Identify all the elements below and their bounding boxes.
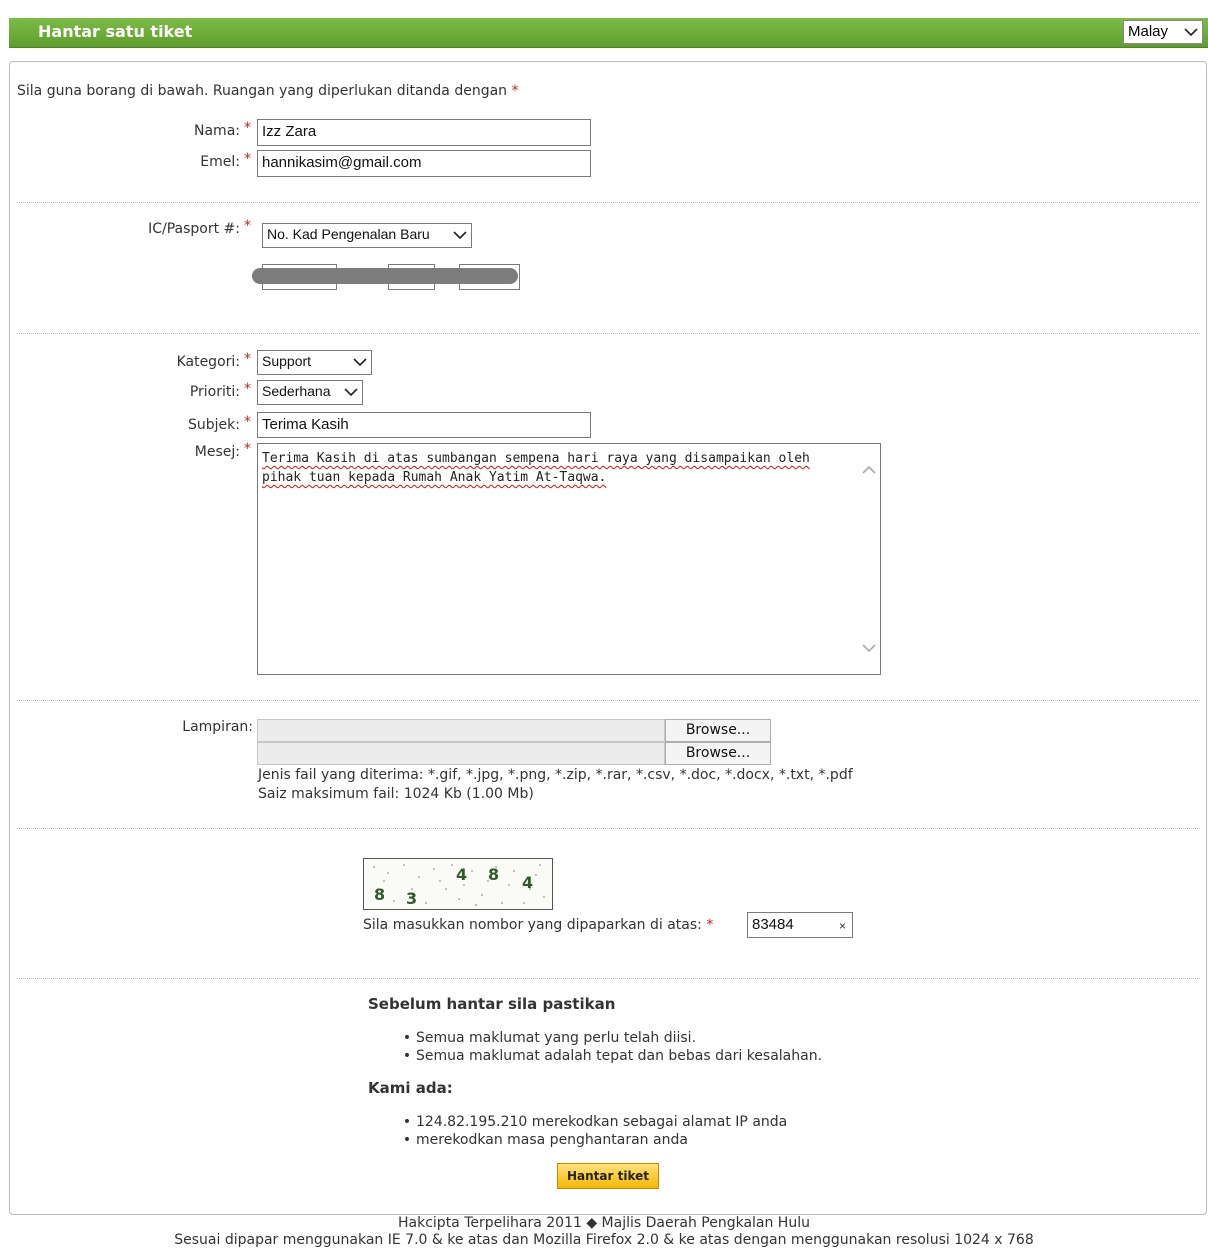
- required-marker: *: [244, 151, 251, 167]
- category-value: Support: [262, 353, 312, 369]
- captcha-digit: 8: [488, 865, 500, 884]
- checklist-heading: Sebelum hantar sila pastikan: [368, 995, 616, 1013]
- chevron-down-icon: [453, 231, 467, 240]
- attachment-path-field[interactable]: [257, 719, 665, 742]
- name-label: Nama:: [194, 123, 240, 139]
- form-intro-text: Sila guna borang di bawah. Ruangan yang …: [17, 83, 508, 99]
- subject-label: Subjek:: [188, 417, 240, 433]
- category-label: Kategori:: [176, 354, 240, 370]
- priority-label: Prioriti:: [189, 384, 240, 400]
- submit-ticket-button[interactable]: Hantar tiket: [557, 1163, 659, 1189]
- required-marker: *: [244, 218, 251, 234]
- captcha-image: 8 3 4 8 4: [363, 858, 553, 910]
- section-divider: [17, 978, 1200, 979]
- recording-heading: Kami ada:: [368, 1079, 453, 1097]
- email-field[interactable]: hannikasim@gmail.com: [257, 150, 591, 177]
- captcha-prompt: Sila masukkan nombor yang dipaparkan di …: [363, 917, 713, 933]
- list-item: 124.82.195.210 merekodkan sebagai alamat…: [398, 1113, 787, 1131]
- footer-copyright: Hakcipta Terpelihara 2011 ◆ Majlis Daera…: [398, 1215, 810, 1231]
- list-item: Semua maklumat adalah tepat dan bebas da…: [398, 1047, 822, 1065]
- message-text: Terima Kasih di atas sumbangan sempena h…: [262, 451, 810, 485]
- ic-label: IC/Pasport #:: [148, 221, 240, 237]
- name-field[interactable]: Izz Zara: [257, 119, 591, 146]
- captcha-digit: 4: [522, 873, 534, 892]
- language-select[interactable]: Malay: [1123, 20, 1203, 44]
- accepted-file-types: Jenis fail yang diterima: *.gif, *.jpg, …: [258, 767, 853, 783]
- page-title: Hantar satu tiket: [38, 22, 193, 41]
- captcha-prompt-text: Sila masukkan nombor yang dipaparkan di …: [363, 917, 702, 933]
- required-marker: *: [244, 414, 251, 430]
- captcha-value: 83484: [752, 916, 794, 933]
- required-marker: *: [244, 351, 251, 367]
- required-marker: *: [244, 120, 251, 136]
- subject-field[interactable]: Terima Kasih: [257, 412, 591, 438]
- browse-button[interactable]: Browse...: [665, 742, 771, 765]
- chevron-down-icon: [353, 358, 367, 367]
- section-divider: [17, 700, 1200, 701]
- message-label: Mesej:: [194, 444, 240, 460]
- attachment-path-field[interactable]: [257, 742, 665, 765]
- required-marker: *: [244, 441, 251, 457]
- form-intro: Sila guna borang di bawah. Ruangan yang …: [17, 83, 519, 99]
- scroll-down-icon[interactable]: [862, 642, 876, 654]
- section-divider: [17, 333, 1200, 334]
- max-file-size: Saiz maksimum fail: 1024 Kb (1.00 Mb): [258, 786, 534, 802]
- clear-icon[interactable]: ×: [839, 916, 846, 936]
- ic-type-value: No. Kad Pengenalan Baru: [267, 226, 430, 242]
- chevron-down-icon: [344, 388, 358, 397]
- list-item: merekodkan masa penghantaran anda: [398, 1131, 787, 1149]
- section-divider: [17, 202, 1200, 203]
- language-value: Malay: [1128, 23, 1169, 40]
- captcha-field[interactable]: 83484 ×: [747, 912, 853, 938]
- category-select[interactable]: Support: [257, 350, 372, 375]
- captcha-digit: 8: [374, 885, 386, 904]
- attachments-label: Lampiran:: [182, 719, 253, 735]
- required-marker: *: [511, 83, 519, 99]
- list-item: Semua maklumat yang perlu telah diisi.: [398, 1029, 822, 1047]
- section-divider: [17, 828, 1200, 829]
- email-label: Emel:: [200, 154, 240, 170]
- checklist-list: Semua maklumat yang perlu telah diisi. S…: [398, 1029, 822, 1065]
- message-textarea[interactable]: Terima Kasih di atas sumbangan sempena h…: [257, 443, 881, 675]
- chevron-down-icon: [1184, 28, 1198, 37]
- redaction-scribble: [252, 268, 518, 284]
- priority-select[interactable]: Sederhana: [257, 380, 363, 405]
- required-marker: *: [244, 381, 251, 397]
- browse-button[interactable]: Browse...: [665, 719, 771, 742]
- ic-type-select[interactable]: No. Kad Pengenalan Baru: [262, 223, 472, 248]
- required-marker: *: [706, 917, 714, 933]
- scroll-up-icon[interactable]: [862, 464, 876, 476]
- captcha-digit: 4: [456, 865, 468, 884]
- captcha-digit: 3: [406, 889, 418, 908]
- recording-list: 124.82.195.210 merekodkan sebagai alamat…: [398, 1113, 787, 1149]
- priority-value: Sederhana: [262, 383, 331, 399]
